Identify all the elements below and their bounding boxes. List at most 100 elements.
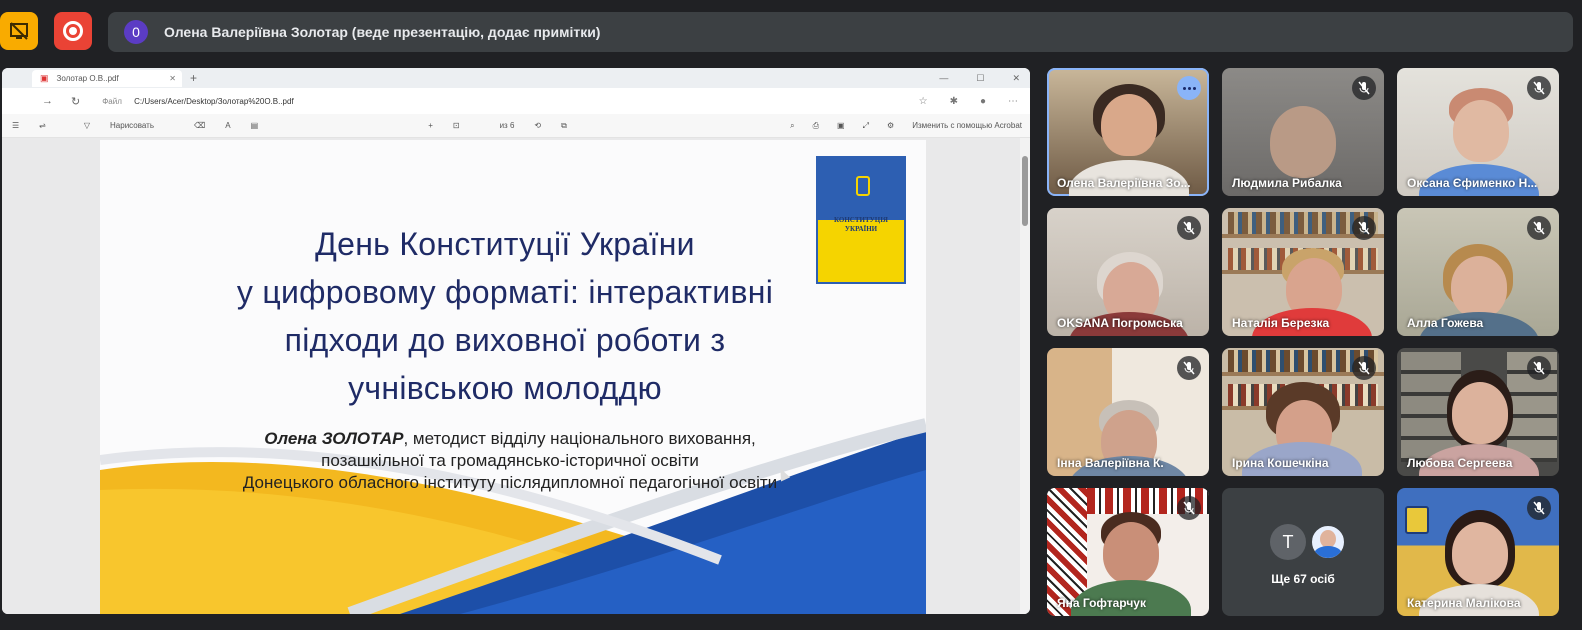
- mic-off-icon: [1352, 76, 1376, 100]
- city-emblem-icon: [1405, 506, 1429, 534]
- favorite-icon[interactable]: ☆: [919, 96, 928, 107]
- recording-icon: [63, 21, 83, 41]
- mic-off-icon: [1352, 356, 1376, 380]
- forward-icon[interactable]: →: [42, 95, 53, 108]
- zoom-in-icon[interactable]: +: [428, 121, 433, 130]
- participant-name: Ірина Кошечкіна: [1232, 456, 1329, 470]
- more-icon[interactable]: ⋯: [1008, 96, 1018, 107]
- mic-off-icon: [1177, 496, 1201, 520]
- slide-title-line: День Конституції України: [315, 226, 695, 262]
- scrollbar-thumb[interactable]: [1022, 156, 1028, 226]
- window-controls: — ☐ ✕: [939, 73, 1020, 84]
- top-bar: 0 Олена Валеріївна Золотар (веде презент…: [0, 0, 1582, 62]
- more-avatars: T: [1270, 524, 1346, 560]
- draw-icon[interactable]: ▽: [84, 121, 90, 130]
- more-participants-tile[interactable]: T Ще 67 осіб: [1222, 488, 1384, 616]
- mic-off-icon: [1177, 216, 1201, 240]
- search-icon[interactable]: ⌕: [790, 121, 794, 131]
- avatar: [1310, 524, 1346, 560]
- mic-off-icon: [1527, 76, 1551, 100]
- participant-tile[interactable]: Ірина Кошечкіна: [1222, 348, 1384, 476]
- participant-tile[interactable]: Людмила Рибалка: [1222, 68, 1384, 196]
- author-line: позашкільної та громадянсько-історичної …: [321, 451, 699, 470]
- participant-tile[interactable]: Олена Валеріївна Зо...: [1047, 68, 1209, 196]
- pdf-toolbar: ☰ ⇌ ▽ Нарисовать ⌫ A ▤ + ⊡ из 6 ⟲ ⧉ ⌕ ⎙ …: [2, 114, 1030, 138]
- slide-author: Олена ЗОЛОТАР, методист відділу націонал…: [160, 428, 860, 494]
- slide-title-line: підходи до виховної роботи з: [284, 322, 726, 358]
- participant-name: Любова Сергеева: [1407, 456, 1513, 470]
- avatar: T: [1270, 524, 1306, 560]
- participant-tile[interactable]: Інна Валеріївна К.: [1047, 348, 1209, 476]
- book-title: КОНСТИТУЦІЯ УКРАЇНИ: [834, 216, 888, 233]
- slide-title-line: у цифровому форматі: інтерактивні: [236, 274, 774, 310]
- participant-tile[interactable]: Любова Сергеева: [1397, 348, 1559, 476]
- highlight-icon[interactable]: ▤: [251, 121, 259, 130]
- settings-icon[interactable]: ⚙: [887, 121, 894, 130]
- mic-off-icon: [1527, 496, 1551, 520]
- author-name: Олена ЗОЛОТАР: [264, 429, 404, 448]
- page-value[interactable]: из 6: [500, 121, 515, 130]
- mic-off-icon: [1527, 356, 1551, 380]
- participant-name: Оксана Єфименко Н...: [1407, 176, 1538, 190]
- shared-screen: ▣ Золотар О.В..pdf ✕ + — ☐ ✕ → ↻ Файл C:…: [2, 68, 1030, 614]
- mic-off-icon: [1527, 216, 1551, 240]
- participant-tile[interactable]: Оксана Єфименко Н...: [1397, 68, 1559, 196]
- presentation-off-button[interactable]: [0, 12, 38, 50]
- filter-icon[interactable]: ⇌: [39, 121, 46, 130]
- participant-name: Олена Валеріївна Зо...: [1057, 176, 1191, 190]
- participant-name: Людмила Рибалка: [1232, 176, 1342, 190]
- contents-icon[interactable]: ☰: [12, 121, 19, 130]
- mic-off-icon: [1177, 356, 1201, 380]
- info-badge: 0: [124, 20, 148, 44]
- acrobat-label[interactable]: Изменить с помощью Acrobat: [912, 121, 1022, 130]
- participant-tile[interactable]: Катерина Малікова: [1397, 488, 1559, 616]
- participant-name: OKSANA Погромська: [1057, 316, 1183, 330]
- participant-tile[interactable]: OKSANA Погромська: [1047, 208, 1209, 336]
- draw-label[interactable]: Нарисовать: [110, 121, 154, 130]
- more-participants-label: Ще 67 осіб: [1271, 572, 1335, 586]
- url-label: Файл: [102, 96, 122, 106]
- tab-title: Золотар О.В..pdf: [56, 73, 119, 83]
- participant-name: Наталія Березка: [1232, 316, 1330, 330]
- participant-tile[interactable]: Алла Гожева: [1397, 208, 1559, 336]
- save-icon[interactable]: ▣: [837, 121, 845, 130]
- participant-tile[interactable]: Яна Гофтарчук: [1047, 488, 1209, 616]
- browser-tab-bar: ▣ Золотар О.В..pdf ✕ + — ☐ ✕: [2, 68, 1030, 88]
- browser-tab[interactable]: ▣ Золотар О.В..pdf ✕: [32, 69, 182, 87]
- close-window-icon[interactable]: ✕: [1012, 73, 1020, 84]
- participant-name: Алла Гожева: [1407, 316, 1484, 330]
- pdf-icon: ▣: [40, 72, 49, 83]
- fit-icon[interactable]: ⊡: [453, 121, 460, 130]
- recording-button[interactable]: [54, 12, 92, 50]
- extensions-icon[interactable]: ✱: [950, 96, 958, 107]
- close-tab-icon[interactable]: ✕: [169, 74, 176, 83]
- presenter-status: Олена Валеріївна Золотар (веде презентац…: [164, 24, 601, 40]
- participant-name: Яна Гофтарчук: [1057, 596, 1146, 610]
- more-options-icon[interactable]: [1177, 76, 1201, 100]
- presentation-slide: КОНСТИТУЦІЯ УКРАЇНИ День Конституції Укр…: [100, 140, 926, 614]
- author-role: , методист відділу національного вихован…: [403, 429, 756, 448]
- profile-icon[interactable]: ●: [980, 96, 986, 107]
- mic-off-icon: [1352, 216, 1376, 240]
- presenter-info-bar: 0 Олена Валеріївна Золотар (веде презент…: [108, 12, 1573, 52]
- url-field[interactable]: Файл C:/Users/Acer/Desktop/Золотар%20О.В…: [102, 97, 293, 106]
- author-line: Донецького обласного інституту післядипл…: [242, 473, 778, 492]
- expand-icon[interactable]: ⤢: [863, 121, 869, 131]
- participant-tile[interactable]: Наталія Березка: [1222, 208, 1384, 336]
- eraser-icon[interactable]: ⌫: [194, 121, 205, 130]
- trident-icon: [856, 176, 870, 196]
- maximize-icon[interactable]: ☐: [976, 73, 984, 84]
- url-text: C:/Users/Acer/Desktop/Золотар%20О.В..pdf: [134, 96, 294, 106]
- minimize-icon[interactable]: —: [939, 73, 948, 84]
- slide-title: День Конституції України у цифровому фор…: [180, 220, 830, 412]
- pdf-scrollbar[interactable]: [1020, 138, 1030, 614]
- new-tab-icon[interactable]: +: [190, 71, 197, 85]
- print-icon[interactable]: ⎙: [813, 121, 819, 131]
- rotate-icon[interactable]: ⟲: [534, 121, 541, 130]
- address-bar: → ↻ Файл C:/Users/Acer/Desktop/Золотар%2…: [2, 88, 1030, 114]
- two-page-icon[interactable]: ⧉: [561, 121, 567, 131]
- reload-icon[interactable]: ↻: [71, 95, 80, 108]
- slide-title-line: учнівською молоддю: [348, 370, 662, 406]
- text-icon[interactable]: A: [225, 121, 230, 130]
- participant-name: Катерина Малікова: [1407, 596, 1521, 610]
